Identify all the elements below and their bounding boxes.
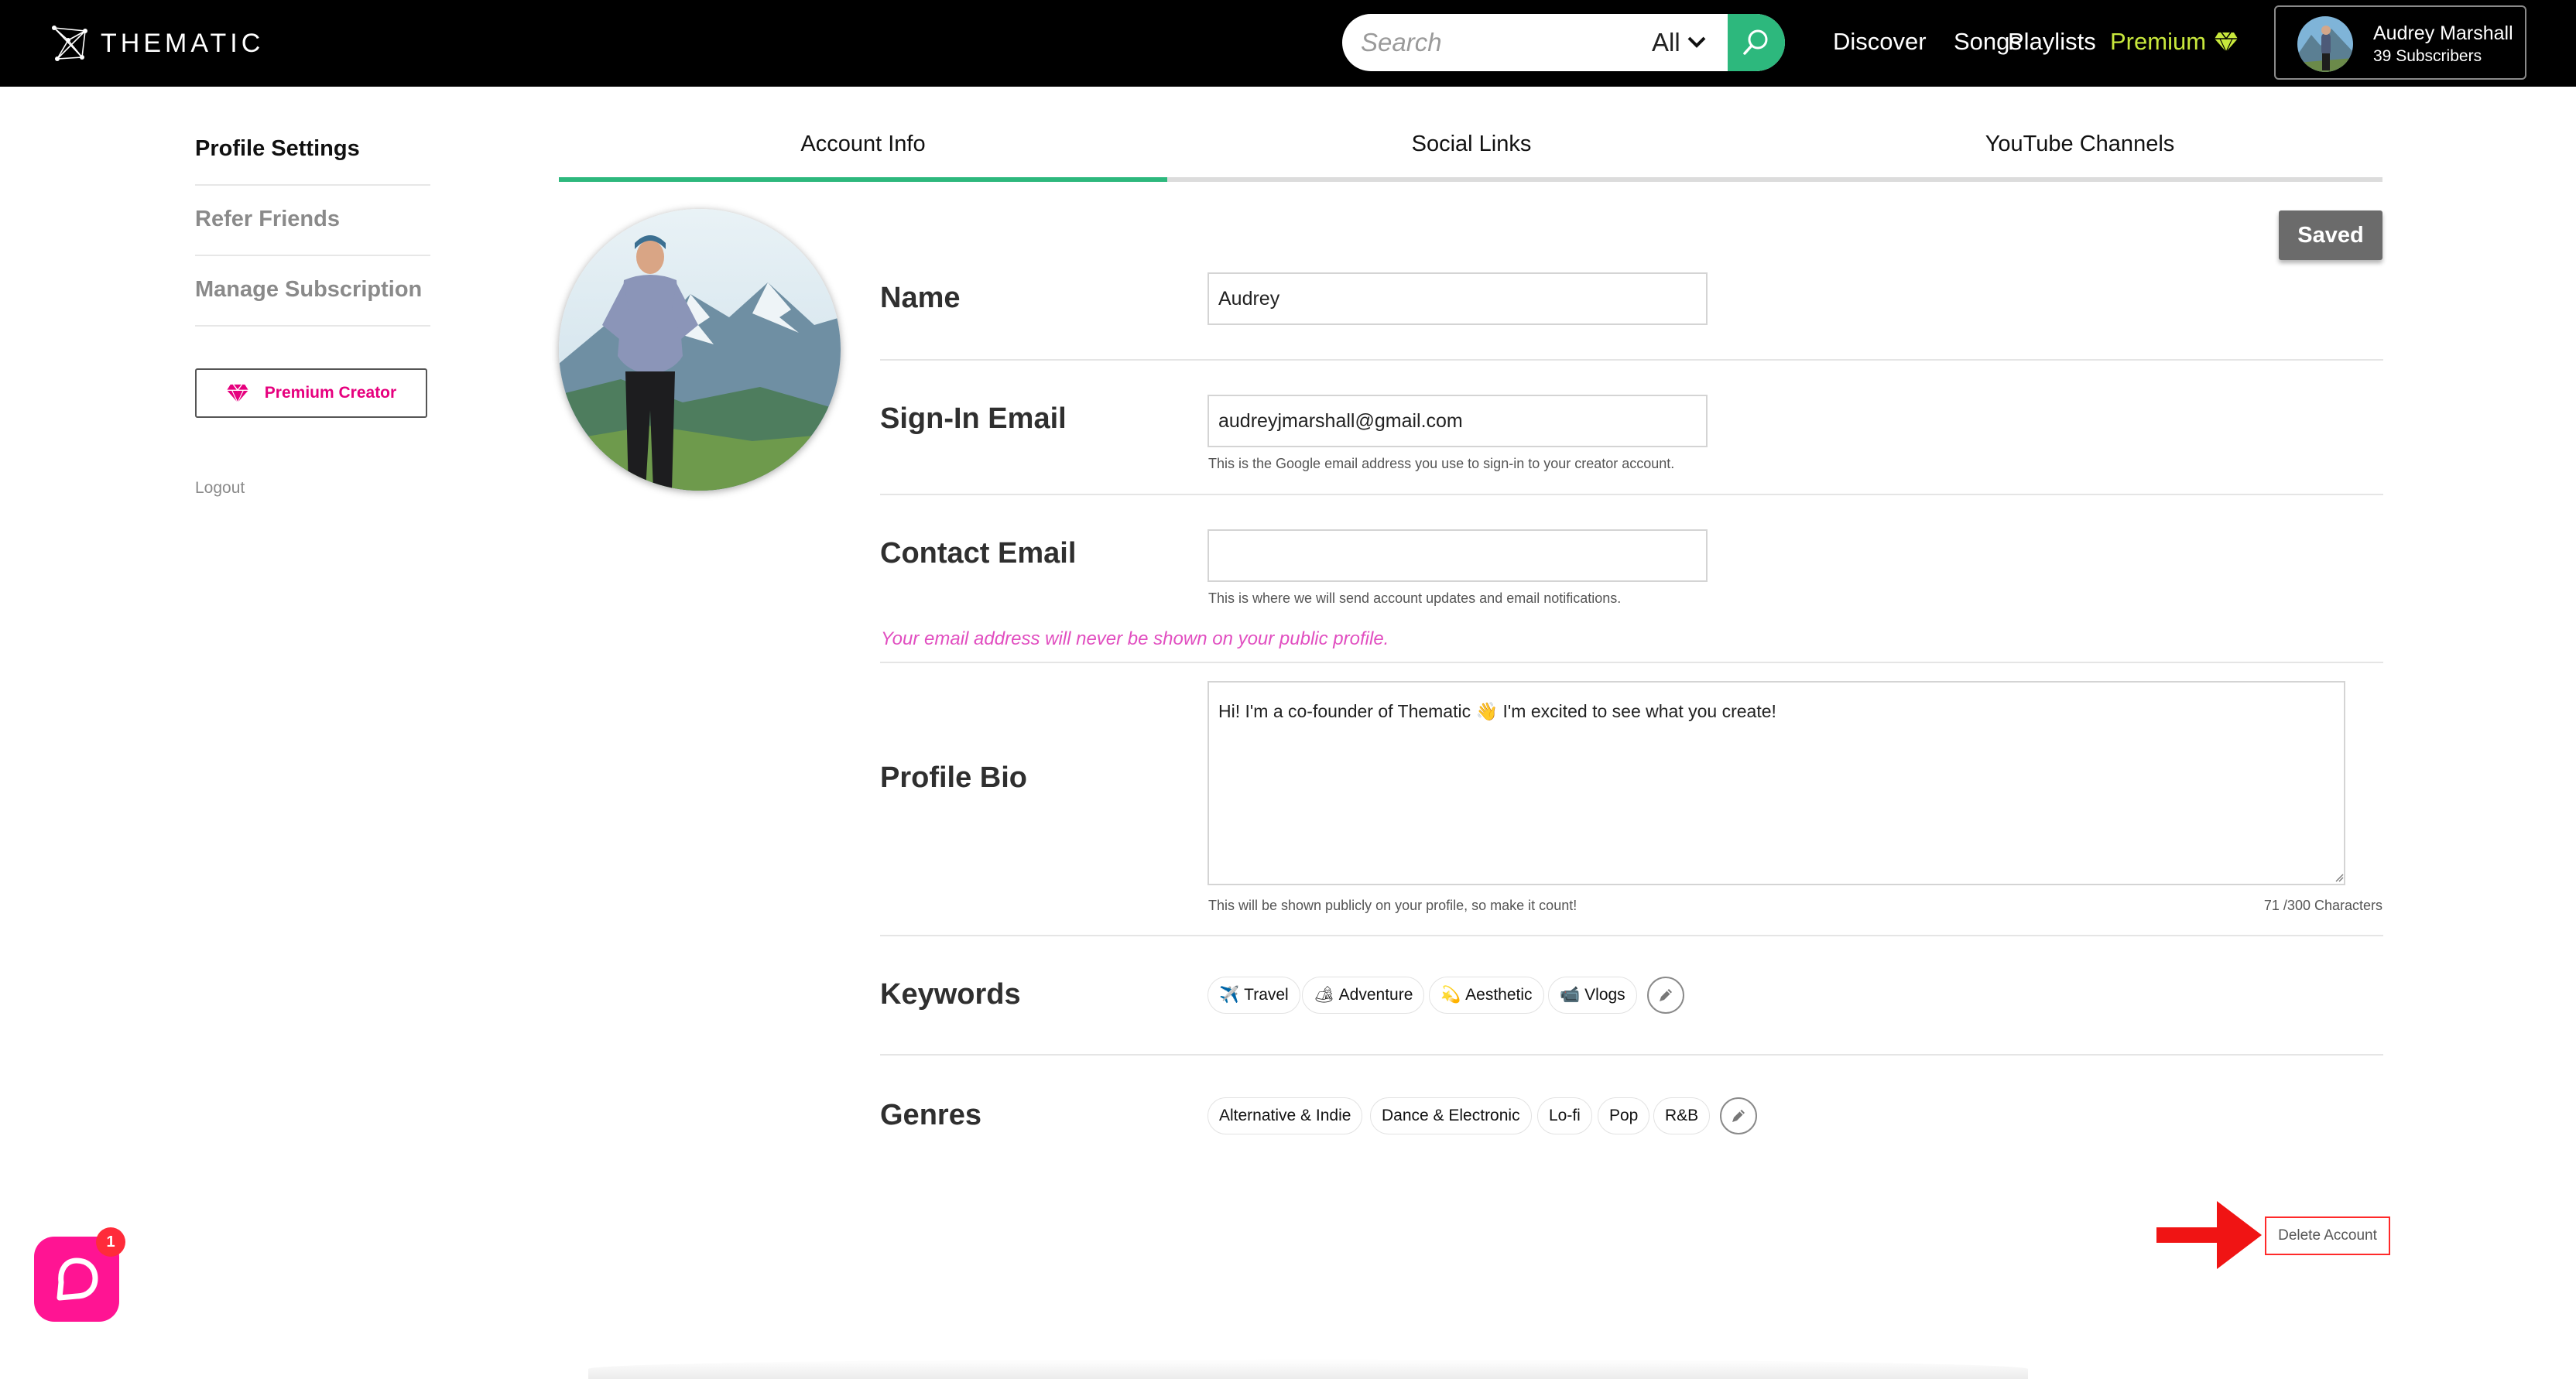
page-bottom-shadow	[588, 1359, 2028, 1379]
notification-badge: 1	[96, 1227, 125, 1257]
edit-keywords-button[interactable]	[1647, 977, 1684, 1014]
saved-button[interactable]: Saved	[2279, 210, 2382, 260]
genre-chip[interactable]: R&B	[1653, 1097, 1711, 1134]
genres-label: Genres	[880, 1099, 981, 1131]
keyword-chip-label: Travel	[1244, 986, 1289, 1004]
thematic-logo[interactable]: THEMATIC	[48, 20, 264, 67]
chevron-down-icon	[1687, 36, 1706, 48]
thematic-logo-icon	[52, 26, 87, 61]
profile-bio-hint: This will be shown publicly on your prof…	[1208, 898, 1577, 913]
diamond-icon	[226, 384, 248, 403]
name-field[interactable]	[1208, 272, 1708, 325]
camping-icon: 🏕	[1314, 986, 1334, 1004]
edit-genres-button[interactable]	[1720, 1097, 1757, 1134]
user-profile-menu[interactable]: Audrey Marshall 39 Subscribers	[2274, 5, 2526, 80]
nav-premium-label: Premium	[2110, 28, 2207, 55]
tab-account-info[interactable]: Account Info	[559, 132, 1167, 181]
search-scope-label: All	[1652, 28, 1680, 56]
contact-email-label: Contact Email	[880, 537, 1077, 570]
nav-discover[interactable]: Discover	[1833, 28, 1927, 56]
pencil-icon	[1732, 1110, 1745, 1122]
premium-creator-button[interactable]: Premium Creator	[195, 368, 427, 418]
delete-account-button[interactable]: Delete Account	[2265, 1216, 2390, 1255]
user-name: Audrey Marshall	[2373, 22, 2513, 44]
genre-chip[interactable]: Alternative & Indie	[1208, 1097, 1363, 1134]
privacy-note: Your email address will never be shown o…	[881, 628, 1389, 649]
profile-bio-textarea[interactable]: Hi! I'm a co-founder of Thematic 👋 I'm e…	[1208, 681, 2345, 885]
keyword-chip-label: Vlogs	[1584, 986, 1625, 1004]
genre-chip-label: Lo-fi	[1549, 1107, 1581, 1124]
red-arrow-annotation-icon	[2156, 1201, 2262, 1269]
sidebar-divider	[195, 255, 430, 256]
name-label: Name	[880, 282, 961, 314]
keyword-chip-label: Aesthetic	[1465, 986, 1533, 1004]
user-subscriber-count: 39 Subscribers	[2373, 47, 2482, 65]
keyword-chip-travel[interactable]: ✈️ Travel	[1208, 977, 1300, 1014]
tab-social-links[interactable]: Social Links	[1167, 132, 1776, 181]
premium-creator-label: Premium Creator	[264, 384, 397, 402]
keywords-label: Keywords	[880, 978, 1021, 1011]
diamond-icon	[2215, 32, 2239, 53]
avatar	[2297, 16, 2353, 72]
genre-chip[interactable]: Lo-fi	[1537, 1097, 1592, 1134]
brand-name: THEMATIC	[101, 28, 265, 58]
contact-email-field[interactable]	[1208, 529, 1708, 582]
form-divider	[880, 359, 2383, 361]
sidebar-item-manage-subscription[interactable]: Manage Subscription	[195, 277, 430, 303]
signin-email-label: Sign-In Email	[880, 402, 1067, 435]
bio-character-count: 71 /300 Characters	[2263, 898, 2382, 913]
genre-chip-label: R&B	[1665, 1107, 1699, 1124]
search-icon	[1743, 29, 1768, 55]
tab-underline	[1167, 177, 2382, 182]
contact-email-hint: This is where we will send account updat…	[1208, 590, 1622, 606]
chat-bubble-icon	[57, 1258, 98, 1301]
signin-email-hint: This is the Google email address you use…	[1208, 456, 1675, 471]
genre-chip-label: Alternative & Indie	[1219, 1107, 1351, 1124]
genre-chip[interactable]: Pop	[1598, 1097, 1650, 1134]
logout-link[interactable]: Logout	[195, 479, 245, 498]
sidebar-item-profile-settings[interactable]: Profile Settings	[195, 136, 430, 162]
profile-photo-image	[559, 209, 841, 491]
search-scope-dropdown[interactable]: All	[1652, 14, 1723, 71]
nav-premium[interactable]: Premium	[2110, 28, 2239, 56]
form-divider	[880, 662, 2383, 663]
camera-icon: 📹	[1560, 986, 1581, 1004]
keyword-chip-aesthetic[interactable]: 💫 Aesthetic	[1429, 977, 1544, 1014]
keyword-chip-label: Adventure	[1338, 986, 1413, 1004]
profile-photo[interactable]	[559, 209, 841, 491]
tab-youtube-channels[interactable]: YouTube Channels	[1776, 132, 2384, 181]
search-input[interactable]	[1361, 14, 1639, 71]
genre-chip-label: Pop	[1609, 1107, 1639, 1124]
form-divider	[880, 494, 2383, 495]
sidebar-divider	[195, 325, 430, 327]
search-bar: All	[1342, 14, 1785, 71]
keyword-chip-vlogs[interactable]: 📹 Vlogs	[1548, 977, 1637, 1014]
form-divider	[880, 935, 2383, 936]
nav-playlists[interactable]: Playlists	[2008, 28, 2096, 56]
sparkle-icon: 💫	[1440, 986, 1461, 1004]
pencil-icon	[1660, 989, 1672, 1001]
search-button[interactable]	[1728, 14, 1785, 71]
resize-handle-icon[interactable]	[2334, 873, 2344, 882]
airplane-icon: ✈️	[1219, 986, 1240, 1004]
profile-bio-label: Profile Bio	[880, 761, 1028, 794]
signin-email-field[interactable]	[1208, 395, 1708, 447]
sidebar-divider	[195, 184, 430, 186]
sidebar-item-refer-friends[interactable]: Refer Friends	[195, 207, 430, 232]
tab-active-indicator	[559, 177, 1167, 182]
form-divider	[880, 1054, 2383, 1056]
genre-chip[interactable]: Dance & Electronic	[1370, 1097, 1532, 1134]
top-navigation-bar: THEMATIC All Discover Songs Playlists Pr…	[0, 0, 2576, 87]
genre-chip-label: Dance & Electronic	[1382, 1107, 1520, 1124]
keyword-chip-adventure[interactable]: 🏕 Adventure	[1302, 977, 1425, 1014]
